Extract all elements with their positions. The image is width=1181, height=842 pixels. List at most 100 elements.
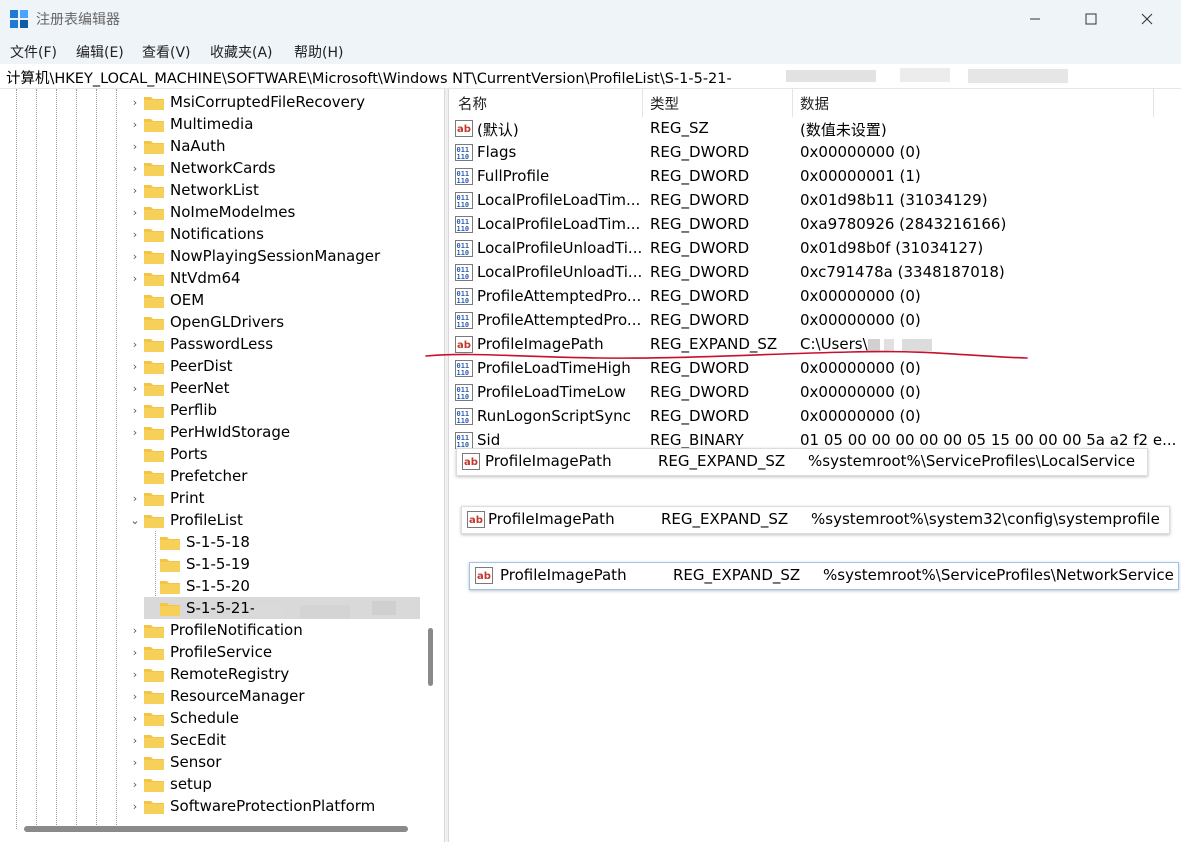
chevron-right-icon[interactable]: › <box>128 668 142 681</box>
tree-node[interactable]: S-1-5-21- <box>144 597 420 619</box>
chevron-right-icon[interactable]: › <box>128 800 142 813</box>
redacted-area <box>884 339 894 351</box>
chevron-right-icon[interactable]: › <box>128 184 142 197</box>
minimize-button[interactable] <box>1012 0 1058 38</box>
tree-node[interactable]: › NaAuth <box>128 135 226 157</box>
address-bar[interactable]: 计算机\HKEY_LOCAL_MACHINE\SOFTWARE\Microsof… <box>0 64 1181 89</box>
tree-node[interactable]: S-1-5-18 <box>144 531 250 553</box>
chevron-right-icon[interactable]: › <box>128 360 142 373</box>
chevron-right-icon[interactable]: › <box>128 206 142 219</box>
chevron-right-icon[interactable]: › <box>128 272 142 285</box>
menu-edit[interactable]: 编辑(E) <box>76 42 124 62</box>
chevron-right-icon[interactable]: › <box>128 162 142 175</box>
svg-text:110: 110 <box>457 153 470 161</box>
tree-node[interactable]: › NoImeModelmes <box>128 201 296 223</box>
tree-node[interactable]: OEM <box>128 289 204 311</box>
menu-favorites[interactable]: 收藏夹(A) <box>210 42 273 62</box>
value-row[interactable]: 011 110 ProfileLoadTimeLow REG_DWORD 0x00000… <box>450 381 1181 405</box>
tree-vertical-scrollbar[interactable] <box>428 628 433 686</box>
pasted-value-data: %systemroot%\ServiceProfiles\NetworkServ… <box>823 566 1174 584</box>
pasted-value-name: ProfileImagePath <box>488 510 615 528</box>
pane-splitter[interactable] <box>444 89 449 842</box>
chevron-right-icon[interactable]: › <box>128 756 142 769</box>
value-row[interactable]: 011 110 LocalProfileUnloadTi... REG_DWORD 0x… <box>450 261 1181 285</box>
chevron-right-icon[interactable]: › <box>128 624 142 637</box>
value-row[interactable]: 011 110 FullProfile REG_DWORD 0x00000001 (1) <box>450 165 1181 189</box>
tree-node[interactable]: OpenGLDrivers <box>128 311 284 333</box>
value-row[interactable]: 011 110 ProfileAttemptedPro... REG_DWORD 0x0… <box>450 309 1181 333</box>
tree-node[interactable]: › ProfileNotification <box>128 619 303 641</box>
value-row[interactable]: 011 110 LocalProfileLoadTim... REG_DWORD 0x0… <box>450 189 1181 213</box>
value-row[interactable]: 011 110 LocalProfileLoadTim... REG_DWORD 0xa… <box>450 213 1181 237</box>
tree-node[interactable]: › Notifications <box>128 223 264 245</box>
value-row[interactable]: 011 110 ProfileLoadTimeHigh REG_DWORD 0x0000… <box>450 357 1181 381</box>
tree-node[interactable]: › NetworkList <box>128 179 259 201</box>
menu-file[interactable]: 文件(F) <box>10 42 57 62</box>
value-row[interactable]: 011 110 RunLogonScriptSync REG_DWORD 0x00000… <box>450 405 1181 429</box>
tree-node[interactable]: › MsiCorruptedFileRecovery <box>128 91 365 113</box>
column-header-type[interactable]: 类型 <box>650 89 679 117</box>
column-divider[interactable] <box>1153 89 1154 117</box>
tree-node[interactable]: Ports <box>128 443 208 465</box>
tree-node[interactable]: › Sensor <box>128 751 222 773</box>
value-type: REG_DWORD <box>650 143 750 161</box>
column-divider[interactable] <box>792 89 793 117</box>
tree-node[interactable]: › PeerDist <box>128 355 233 377</box>
value-type: REG_SZ <box>650 119 709 137</box>
value-row[interactable]: 011 110 Flags REG_DWORD 0x00000000 (0) <box>450 141 1181 165</box>
tree-node[interactable]: Prefetcher <box>128 465 247 487</box>
value-row[interactable]: 011 110 ProfileAttemptedPro... REG_DWORD 0x0… <box>450 285 1181 309</box>
column-header-data[interactable]: 数据 <box>800 89 829 117</box>
title-bar: 注册表编辑器 <box>0 0 1181 38</box>
chevron-right-icon[interactable]: › <box>128 492 142 505</box>
chevron-right-icon[interactable]: › <box>128 778 142 791</box>
chevron-right-icon[interactable]: › <box>128 734 142 747</box>
redacted-area <box>254 605 284 619</box>
chevron-right-icon[interactable]: › <box>128 338 142 351</box>
menu-help[interactable]: 帮助(H) <box>294 42 343 62</box>
chevron-right-icon[interactable]: › <box>128 690 142 703</box>
tree-node[interactable]: › NowPlayingSessionManager <box>128 245 380 267</box>
tree-node[interactable]: › RemoteRegistry <box>128 663 290 685</box>
tree-node[interactable]: › SecEdit <box>128 729 226 751</box>
tree-node[interactable]: › PerHwIdStorage <box>128 421 290 443</box>
tree-node[interactable]: S-1-5-19 <box>144 553 250 575</box>
tree-node[interactable]: › NetworkCards <box>128 157 276 179</box>
tree-node[interactable]: › Schedule <box>128 707 239 729</box>
tree-node[interactable]: › ProfileService <box>128 641 272 663</box>
value-row[interactable]: 011 110 LocalProfileUnloadTi... REG_DWORD 0x… <box>450 237 1181 261</box>
menu-view[interactable]: 查看(V) <box>142 42 191 62</box>
chevron-right-icon[interactable]: › <box>128 382 142 395</box>
chevron-right-icon[interactable]: › <box>128 140 142 153</box>
folder-icon <box>144 271 164 286</box>
chevron-right-icon[interactable]: › <box>128 404 142 417</box>
chevron-right-icon[interactable]: › <box>128 118 142 131</box>
tree-node[interactable]: › setup <box>128 773 212 795</box>
value-row[interactable]: ab ProfileImagePath REG_EXPAND_SZ C:\Users\ <box>450 333 1181 357</box>
chevron-right-icon[interactable]: › <box>128 96 142 109</box>
value-row[interactable]: ab (默认) REG_SZ (数值未设置) <box>450 117 1181 141</box>
tree-node[interactable]: › Multimedia <box>128 113 254 135</box>
chevron-down-icon[interactable]: ⌄ <box>128 514 142 527</box>
chevron-right-icon[interactable]: › <box>128 250 142 263</box>
column-divider[interactable] <box>642 89 643 117</box>
tree-horizontal-scrollbar[interactable] <box>24 826 408 832</box>
svg-text:110: 110 <box>457 201 470 209</box>
tree-node[interactable]: › ResourceManager <box>128 685 305 707</box>
tree-node[interactable]: ⌄ ProfileList <box>128 509 242 531</box>
tree-node[interactable]: › PasswordLess <box>128 333 273 355</box>
tree-node[interactable]: › Perflib <box>128 399 217 421</box>
chevron-right-icon[interactable]: › <box>128 228 142 241</box>
chevron-right-icon[interactable]: › <box>128 712 142 725</box>
column-header-name[interactable]: 名称 <box>458 89 487 117</box>
maximize-button[interactable] <box>1068 0 1114 38</box>
tree-node[interactable]: › SoftwareProtectionPlatform <box>128 795 375 817</box>
tree-node[interactable]: S-1-5-20 <box>144 575 250 597</box>
tree-node[interactable]: › PeerNet <box>128 377 230 399</box>
tree-guide <box>76 89 77 829</box>
chevron-right-icon[interactable]: › <box>128 646 142 659</box>
close-button[interactable] <box>1124 0 1170 38</box>
tree-node[interactable]: › NtVdm64 <box>128 267 241 289</box>
chevron-right-icon[interactable]: › <box>128 426 142 439</box>
tree-node[interactable]: › Print <box>128 487 205 509</box>
